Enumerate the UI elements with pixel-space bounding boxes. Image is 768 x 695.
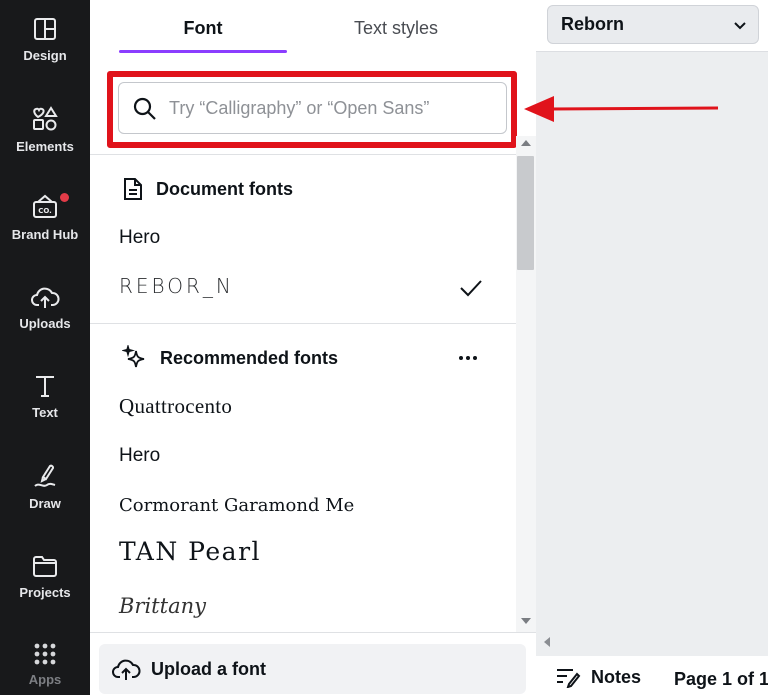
divider bbox=[90, 323, 516, 324]
apps-grid-icon bbox=[34, 643, 56, 665]
more-options-icon[interactable] bbox=[456, 346, 480, 370]
scroll-down-arrow[interactable] bbox=[521, 618, 531, 624]
search-icon bbox=[133, 97, 156, 120]
divider bbox=[90, 154, 516, 155]
sidebar-item-label: Projects bbox=[19, 585, 71, 600]
chevron-down-icon bbox=[734, 21, 746, 29]
check-icon bbox=[460, 280, 482, 297]
page-indicator[interactable]: Page 1 of 1 bbox=[674, 669, 768, 690]
scroll-up-arrow[interactable] bbox=[521, 140, 531, 146]
sidebar-item-apps[interactable]: Apps bbox=[0, 642, 90, 695]
sidebar-item-label: Apps bbox=[28, 672, 62, 687]
editor-footer: Notes Page 1 of 1 bbox=[536, 656, 768, 695]
sidebar-item-uploads[interactable]: Uploads bbox=[0, 284, 90, 354]
divider bbox=[90, 632, 536, 633]
sidebar-item-label: Draw bbox=[29, 496, 61, 511]
layout-icon bbox=[34, 18, 56, 40]
cloud-upload-icon bbox=[31, 287, 60, 308]
sidebar-item-label: Design bbox=[23, 48, 67, 63]
notes-button[interactable]: Notes bbox=[555, 666, 641, 688]
left-sidebar: Design Elements CO. Brand Hub Uploads Te… bbox=[0, 0, 90, 695]
brand-hub-icon: CO. bbox=[33, 194, 57, 218]
section-title: Recommended fonts bbox=[160, 347, 339, 368]
font-search-input[interactable] bbox=[169, 93, 489, 123]
notification-dot bbox=[60, 193, 69, 202]
font-option-tan-pearl[interactable]: TAN Pearl bbox=[119, 532, 514, 572]
active-tab-indicator bbox=[119, 50, 287, 53]
recommended-fonts-header: Recommended fonts bbox=[122, 343, 338, 373]
folder-icon bbox=[33, 556, 57, 577]
font-option-quattrocento[interactable]: Quattrocento bbox=[119, 386, 514, 426]
sidebar-item-label: Brand Hub bbox=[11, 227, 79, 242]
font-option-brittany[interactable]: Brittany bbox=[119, 586, 514, 626]
sidebar-item-draw[interactable]: Draw bbox=[0, 462, 90, 532]
document-fonts-header: Document fonts bbox=[122, 174, 293, 204]
scrollbar-thumb[interactable] bbox=[517, 156, 534, 270]
font-family-dropdown[interactable]: Reborn bbox=[547, 5, 759, 44]
tab-text-styles[interactable]: Text styles bbox=[308, 0, 484, 54]
font-panel: Font Text styles Document fonts Hero REB… bbox=[90, 0, 536, 695]
annotation-arrow-icon bbox=[524, 96, 719, 122]
editor-toolbar: Reborn bbox=[536, 0, 768, 52]
section-title: Document fonts bbox=[156, 178, 293, 199]
font-option-reborn[interactable]: REBOR_N bbox=[119, 266, 514, 306]
sidebar-item-text[interactable]: Text bbox=[0, 373, 90, 443]
sidebar-item-label: Elements bbox=[16, 139, 74, 154]
text-icon bbox=[36, 376, 54, 397]
sidebar-item-projects[interactable]: Projects bbox=[0, 553, 90, 623]
scroll-left-arrow[interactable] bbox=[544, 637, 550, 647]
font-option-hero-recommended[interactable]: Hero bbox=[119, 436, 514, 476]
sidebar-item-elements[interactable]: Elements bbox=[0, 105, 90, 175]
document-icon bbox=[124, 178, 142, 200]
font-family-value: Reborn bbox=[561, 14, 624, 34]
upload-font-button[interactable]: Upload a font bbox=[99, 644, 526, 694]
sidebar-item-brand-hub[interactable]: CO. Brand Hub bbox=[0, 193, 90, 263]
font-option-hero[interactable]: Hero bbox=[119, 218, 514, 258]
draw-icon bbox=[34, 464, 56, 487]
sidebar-item-design[interactable]: Design bbox=[0, 16, 90, 86]
notes-icon bbox=[557, 669, 581, 688]
upload-font-label: Upload a font bbox=[151, 658, 266, 679]
tab-font[interactable]: Font bbox=[119, 0, 287, 54]
sparkle-icon bbox=[122, 345, 145, 368]
notes-label: Notes bbox=[591, 666, 642, 687]
svg-text:CO.: CO. bbox=[38, 207, 52, 215]
sidebar-item-label: Text bbox=[32, 405, 58, 420]
font-option-cormorant-garamond[interactable]: Cormorant Garamond Me bbox=[119, 486, 514, 526]
sidebar-item-label: Uploads bbox=[19, 316, 71, 331]
cloud-upload-icon bbox=[112, 659, 141, 680]
shapes-icon bbox=[33, 106, 58, 131]
font-search-box[interactable] bbox=[118, 82, 507, 134]
